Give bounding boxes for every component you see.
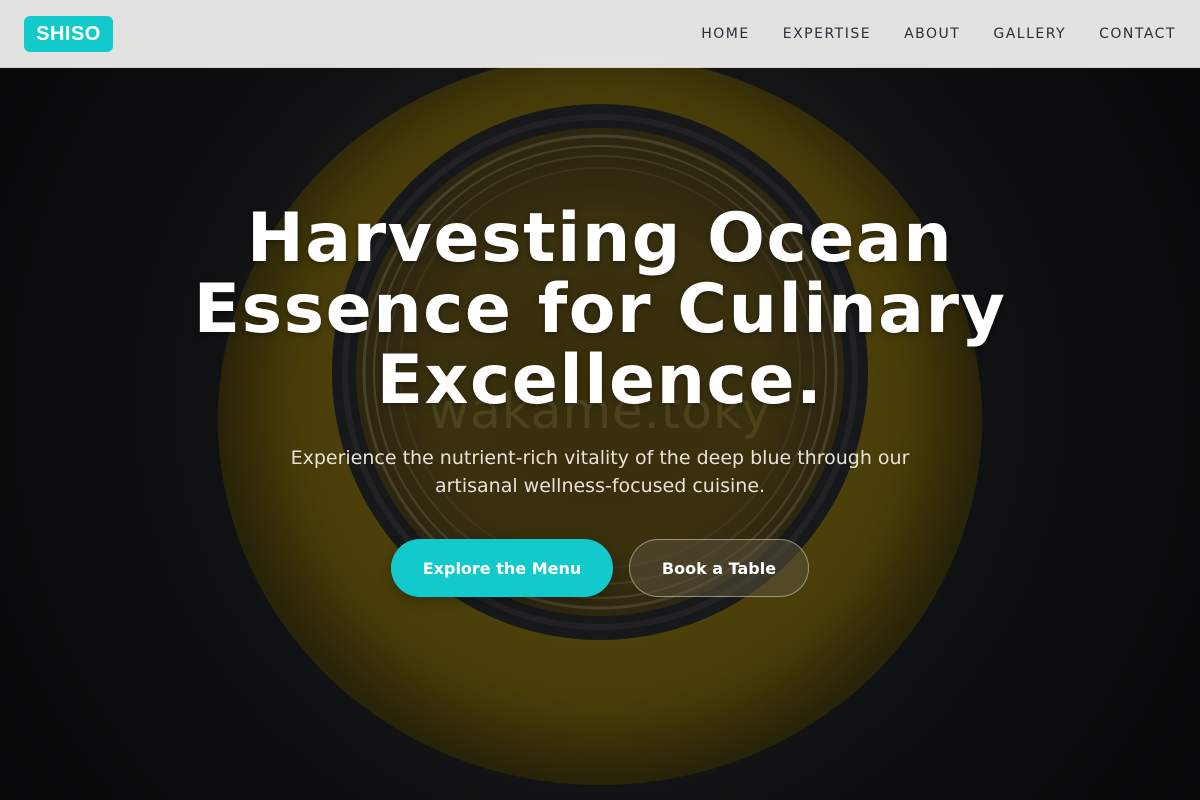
nav-link-contact[interactable]: CONTACT — [1099, 26, 1176, 42]
hero-title: Harvesting Ocean Essence for Culinary Ex… — [0, 203, 1200, 416]
hero-subtitle-line: Experience the nutrient-rich vitality of… — [290, 447, 910, 469]
brand-logo[interactable]: SHISO — [24, 16, 113, 52]
hero-subtitle: Experience the nutrient-rich vitality of… — [260, 444, 940, 500]
nav-link-gallery[interactable]: GALLERY — [993, 26, 1066, 42]
page: wakame.toky SHISO HOME EXPERTISE ABOUT G… — [0, 0, 1200, 800]
hero-title-line: Excellence. — [376, 341, 824, 420]
hero-title-line: Harvesting Ocean — [246, 199, 954, 278]
navbar: SHISO HOME EXPERTISE ABOUT GALLERY CONTA… — [0, 0, 1200, 68]
nav-link-expertise[interactable]: EXPERTISE — [783, 26, 871, 42]
hero-subtitle-line: artisanal wellness-focused cuisine. — [434, 475, 766, 497]
nav-menu: HOME EXPERTISE ABOUT GALLERY CONTACT — [701, 0, 1176, 68]
book-table-button[interactable]: Book a Table — [629, 539, 809, 597]
hero-title-line: Essence for Culinary — [193, 270, 1007, 349]
nav-link-about[interactable]: ABOUT — [904, 26, 960, 42]
nav-link-home[interactable]: HOME — [701, 26, 749, 42]
explore-menu-button[interactable]: Explore the Menu — [391, 539, 613, 597]
